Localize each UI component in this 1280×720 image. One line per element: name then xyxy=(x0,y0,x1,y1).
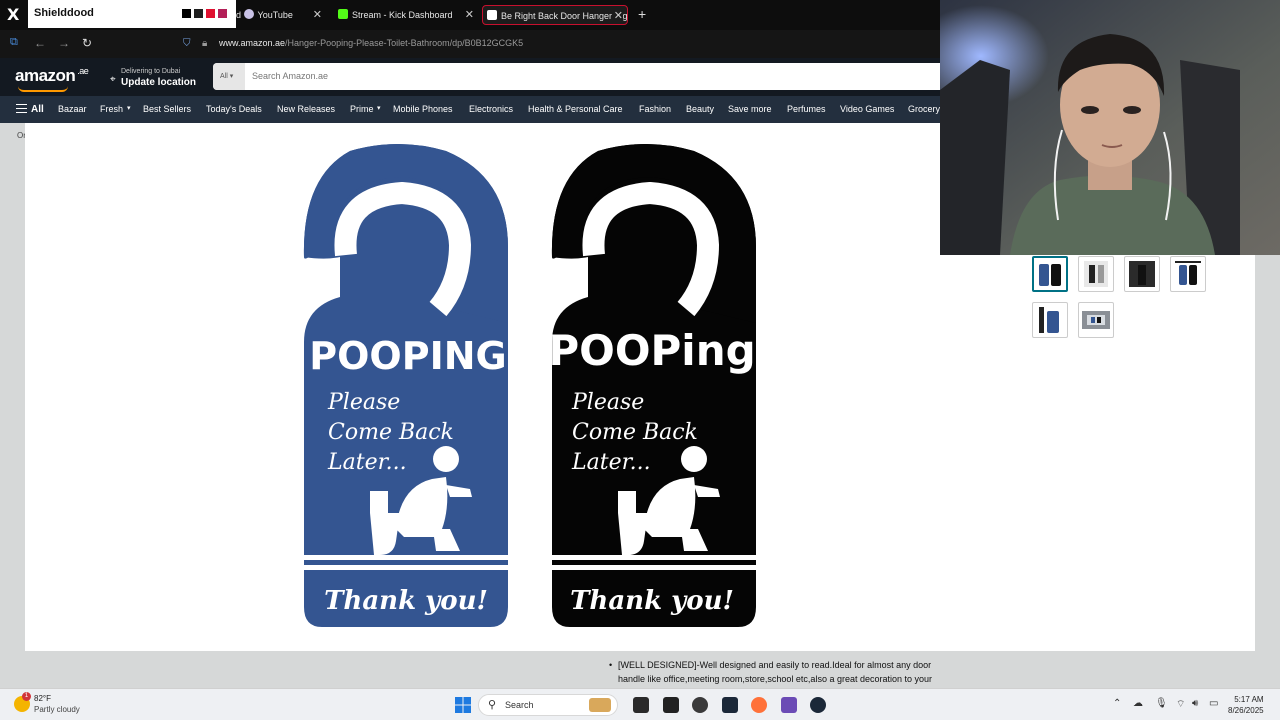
hanger-message-line: Come Back xyxy=(572,420,698,445)
windows-start-icon[interactable] xyxy=(455,697,471,713)
image-thumbnail[interactable] xyxy=(1124,256,1160,292)
task-view-icon[interactable] xyxy=(633,697,649,713)
amazon-smile-icon xyxy=(18,86,68,92)
steam-icon[interactable] xyxy=(810,697,826,713)
amazon-nav: All Bazaar Fresh ▾ Best Sellers Today's … xyxy=(0,96,940,123)
hanger-message-line: Come Back xyxy=(328,420,454,445)
shield-icon[interactable]: ⛉ xyxy=(183,38,191,49)
nav-item[interactable]: Best Sellers xyxy=(143,104,191,114)
nav-item[interactable]: Video Games xyxy=(840,104,894,114)
epic-games-icon[interactable] xyxy=(663,697,679,713)
kick-tab-icon xyxy=(338,9,348,19)
reload-icon[interactable]: ↻ xyxy=(82,36,92,50)
color-swatch xyxy=(182,9,191,18)
stripe xyxy=(552,565,756,570)
tab-kick-dashboard[interactable]: Stream - Kick Dashboard ✕ xyxy=(334,5,478,25)
nav-item[interactable]: Today's Deals xyxy=(206,104,262,114)
tab-door-hanger[interactable]: Be Right Back Door Hanger Sig ✕ xyxy=(482,5,628,25)
color-swatch xyxy=(218,9,227,18)
search-icon: ⚲ xyxy=(488,699,497,711)
webcam-feed xyxy=(940,0,1280,255)
nav-item[interactable]: Save more xyxy=(728,104,772,114)
nav-all[interactable]: All xyxy=(31,104,44,115)
nav-item[interactable]: Perfumes xyxy=(787,104,826,114)
search-highlight-icon xyxy=(589,698,611,712)
hanger-headline: POOPING xyxy=(309,334,506,378)
nav-item[interactable]: Electronics xyxy=(469,104,513,114)
x-logo-icon[interactable]: X xyxy=(7,6,19,24)
hanger-footer: Thank you! xyxy=(324,586,488,616)
color-swatch xyxy=(194,9,203,18)
lock-icon[interactable]: 🔒︎ xyxy=(202,38,207,49)
sidebar-toggle-icon[interactable]: ⧉ xyxy=(10,36,18,49)
streamer-name: Shielddood xyxy=(34,7,94,19)
close-icon[interactable]: ✕ xyxy=(465,5,474,25)
browser-toolbar: ⧉ ← → ↻ ⛉ 🔒︎ www.amazon.ae/Hanger-Poopin… xyxy=(0,30,940,58)
right-door-hanger: POOPing Please Come Back Later... Thank … xyxy=(548,144,756,627)
nav-item[interactable]: Fashion xyxy=(639,104,671,114)
image-thumbnail[interactable] xyxy=(1078,302,1114,338)
left-door-hanger: POOPING Please Come Back Later... Thank … xyxy=(303,144,508,627)
app-icon[interactable] xyxy=(781,697,797,713)
forward-icon[interactable]: → xyxy=(58,36,70,50)
nav-item[interactable]: Prime xyxy=(350,104,374,114)
amazon-header: amazon .ae ⌖ Delivering to Dubai Update l… xyxy=(0,58,940,96)
chevron-down-icon: ▾ xyxy=(377,105,381,112)
amazon-tab-icon xyxy=(487,10,497,20)
nav-item[interactable]: New Releases xyxy=(277,104,335,114)
amazon-search: All ▾ Search Amazon.ae xyxy=(213,63,940,90)
volume-icon[interactable]: 🔊︎ xyxy=(1192,698,1198,709)
menu-icon[interactable] xyxy=(16,104,27,113)
hanger-message-line: Please xyxy=(327,390,400,415)
address-bar[interactable]: www.amazon.ae/Hanger-Pooping-Please-Toil… xyxy=(219,38,523,48)
obs-icon[interactable] xyxy=(692,697,708,713)
chevron-down-icon: ▾ xyxy=(127,105,131,112)
stripe xyxy=(304,555,508,560)
battery-icon[interactable]: ▭ xyxy=(1209,698,1218,709)
hanger-message-line: Later... xyxy=(571,450,651,475)
nav-item[interactable]: Beauty xyxy=(686,104,714,114)
back-icon[interactable]: ← xyxy=(34,36,46,50)
hanger-headline: POOPing xyxy=(548,326,755,375)
nav-item[interactable]: Mobile Phones xyxy=(393,104,453,114)
amazon-logo[interactable]: amazon .ae xyxy=(15,66,89,86)
notification-badge: 1 xyxy=(22,692,31,701)
hanger-footer: Thank you! xyxy=(570,586,734,616)
search-input[interactable]: Search Amazon.ae xyxy=(252,71,328,81)
image-thumbnail[interactable] xyxy=(1078,256,1114,292)
browser-tab-strip: X Shielddood d YouTube ✕ Stream - Kick D… xyxy=(0,0,940,30)
chevron-up-icon[interactable]: ⌃ xyxy=(1113,698,1121,709)
steam-icon[interactable] xyxy=(722,697,738,713)
image-thumbnail[interactable] xyxy=(1032,302,1068,338)
firefox-icon[interactable] xyxy=(751,697,767,713)
location-pin-icon: ⌖ xyxy=(110,74,116,85)
stripe xyxy=(552,555,756,560)
tab-youtube[interactable]: d YouTube ✕ xyxy=(236,5,326,25)
taskbar-search[interactable]: ⚲ Search xyxy=(478,694,618,716)
windows-taskbar: 1 82°F Partly cloudy ⚲ Search ⌃ ☁ 🎙︎ ⌔ 🔊… xyxy=(0,688,1280,720)
hanger-message-line: Later... xyxy=(327,450,407,475)
product-image: POOPING Please Come Back Later... Thank … xyxy=(303,144,756,627)
wifi-icon[interactable]: ⌔ xyxy=(1176,698,1185,711)
product-bullet: [WELL DESIGNED]-Well designed and easily… xyxy=(609,658,950,686)
close-icon[interactable]: ✕ xyxy=(313,5,322,25)
hanger-message-line: Please xyxy=(571,390,644,415)
close-icon[interactable]: ✕ xyxy=(613,6,623,24)
youtube-tab-icon xyxy=(243,9,254,19)
nav-item[interactable]: Fresh xyxy=(100,104,123,114)
streamer-name-overlay: Shielddood xyxy=(28,0,236,28)
image-thumbnail[interactable] xyxy=(1170,256,1206,292)
screen: X Shielddood d YouTube ✕ Stream - Kick D… xyxy=(0,0,1280,720)
stripe xyxy=(304,565,508,570)
microphone-icon[interactable]: 🎙︎ xyxy=(1155,698,1168,709)
new-tab-icon[interactable]: + xyxy=(638,6,646,22)
color-swatch xyxy=(206,9,215,18)
image-thumbnail[interactable] xyxy=(1032,256,1068,292)
nav-item[interactable]: Bazaar xyxy=(58,104,87,114)
nav-item[interactable]: Grocery xyxy=(908,104,940,114)
nav-item[interactable]: Health & Personal Care xyxy=(528,104,623,114)
search-category-select[interactable]: All ▾ xyxy=(213,63,245,90)
onedrive-icon[interactable]: ☁ xyxy=(1133,698,1143,709)
system-clock[interactable]: 5:17 AM 8/26/2025 xyxy=(1228,694,1264,716)
